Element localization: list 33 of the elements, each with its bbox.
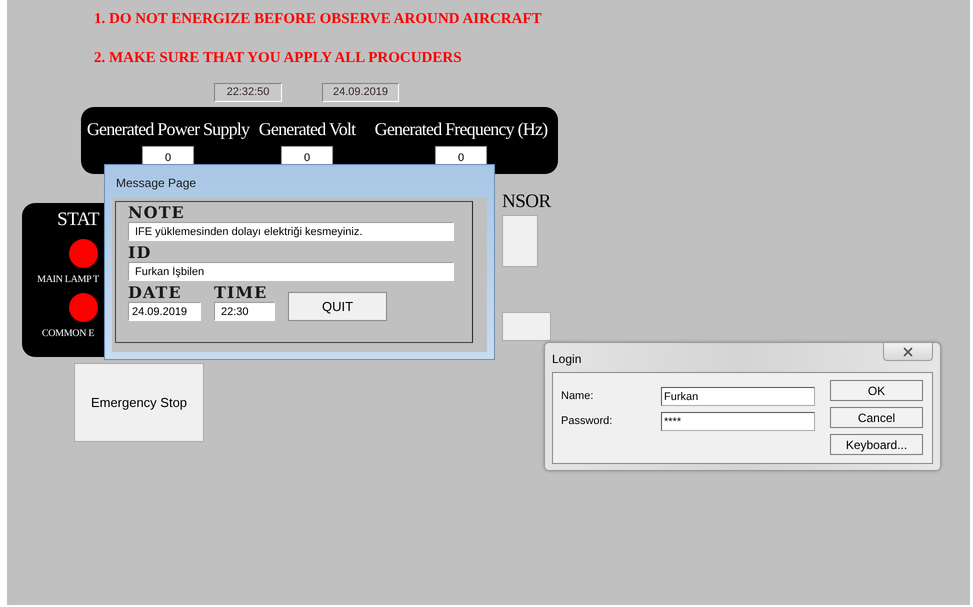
generator-label: Generated Power Supply	[86, 119, 250, 140]
close-icon	[902, 346, 914, 356]
name-label: Name:	[561, 389, 594, 404]
dialog-button[interactable]: Cancel	[830, 407, 923, 428]
generator-label: Generated Frequency (Hz)	[374, 119, 548, 140]
dialog-button[interactable]: Keyboard...	[830, 434, 923, 455]
status-title: STAT	[57, 209, 99, 231]
password-field[interactable]: ****	[661, 412, 815, 431]
lamp-label: MAIN LAMP T	[37, 274, 99, 285]
date-label: DATE	[128, 284, 183, 302]
sensor-button[interactable]	[502, 312, 551, 341]
close-button[interactable]	[883, 343, 933, 361]
time-display: 22:32:50	[214, 83, 282, 102]
date-field[interactable]: 24.09.2019	[128, 302, 201, 321]
warning-text: 2. MAKE SURE THAT YOU APPLY ALL PROCUDERS	[94, 49, 463, 68]
date-display: 24.09.2019	[322, 83, 399, 102]
sensor-heading: NSOR	[502, 191, 551, 213]
name-field[interactable]: Furkan	[661, 387, 815, 406]
warning-text: 1. DO NOT ENERGIZE BEFORE OBSERVE AROUND AIRCRAFT	[94, 10, 543, 29]
note-field[interactable]: IFE yüklemesinden dolayı elektriği kesmeyiniz.	[128, 222, 454, 241]
lamp-label: COMMON E	[42, 328, 94, 339]
dialog-title: Message Page	[115, 175, 198, 192]
password-label: Password:	[561, 414, 614, 429]
quit-button[interactable]: QUIT	[288, 292, 387, 321]
note-label: NOTE	[128, 204, 185, 222]
sensor-button[interactable]	[502, 215, 538, 267]
id-label: ID	[128, 244, 152, 262]
dialog-button[interactable]: OK	[830, 380, 923, 401]
time-label: TIME	[214, 284, 268, 302]
emergency-stop-button[interactable]: Emergency Stop	[74, 363, 204, 442]
time-field[interactable]: 22:30	[214, 302, 275, 321]
dialog-title: Login	[552, 352, 582, 366]
generator-label: Generated Volt	[258, 119, 356, 140]
